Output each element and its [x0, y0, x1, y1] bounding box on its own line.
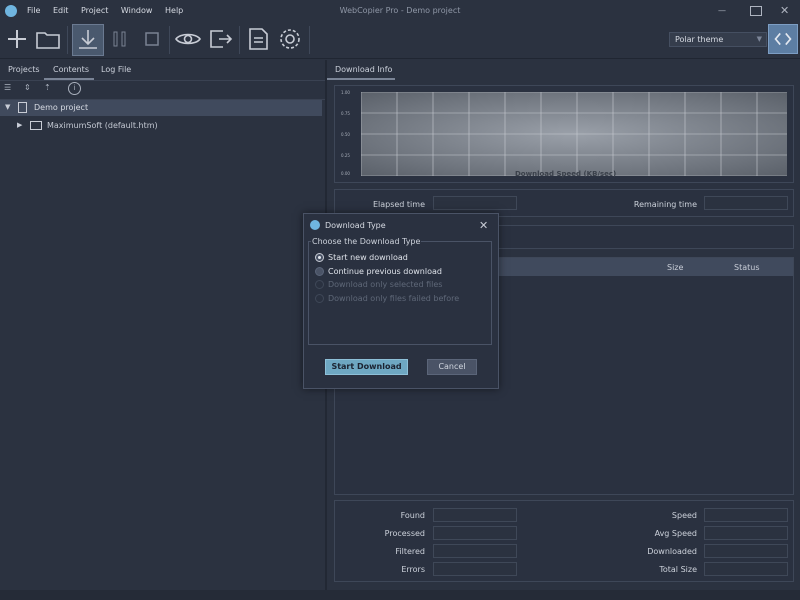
column-size[interactable]: Size	[667, 263, 683, 272]
errors-field	[433, 562, 517, 576]
minimize-button[interactable]: —	[718, 6, 728, 15]
code-view-button[interactable]	[768, 24, 798, 54]
speed-field	[704, 508, 788, 522]
collapsed-arrow-icon: ▶	[17, 121, 23, 129]
y-tick-label: 0.00	[341, 171, 350, 176]
elapsed-time-field	[433, 196, 517, 210]
open-folder-button[interactable]	[33, 24, 63, 54]
collapse-icon[interactable]: ⇕	[24, 83, 31, 92]
report-button[interactable]	[243, 24, 273, 54]
menu-window[interactable]: Window	[121, 6, 153, 15]
remaining-time-label: Remaining time	[633, 200, 697, 209]
pause-button[interactable]	[105, 24, 135, 54]
download-info-tab-indicator	[327, 78, 395, 80]
column-status[interactable]: Status	[734, 263, 760, 272]
radio-dot	[318, 256, 321, 259]
menu-project[interactable]: Project	[81, 6, 108, 15]
radio-start-new[interactable]	[315, 253, 324, 262]
tree-row-root[interactable]: ▼ Demo project	[0, 100, 322, 116]
cancel-button[interactable]: Cancel	[427, 359, 477, 375]
found-label: Found	[400, 511, 425, 520]
toolbar: Polar theme ▼	[0, 22, 800, 59]
avg-speed-label: Avg Speed	[654, 529, 697, 538]
chevron-down-icon: ▼	[756, 35, 762, 43]
status-bar	[0, 590, 800, 600]
close-icon[interactable]: ✕	[479, 219, 488, 232]
expand-arrow-icon: ▼	[5, 103, 11, 111]
tree-root-label: Demo project	[34, 103, 89, 112]
chart-grid	[361, 92, 787, 176]
found-field	[433, 508, 517, 522]
radio-selected-files	[315, 280, 324, 289]
option-failed-files-label: Download only files failed before	[328, 294, 460, 303]
theme-select-value: Polar theme	[675, 35, 724, 44]
tab-projects[interactable]: Projects	[8, 65, 40, 74]
tab-log-file[interactable]: Log File	[101, 65, 131, 74]
maximize-button[interactable]	[750, 6, 762, 16]
window-title: WebCopier Pro - Demo project	[339, 6, 461, 15]
radio-continue[interactable]	[315, 267, 324, 276]
tree-child-label: MaximumSoft (default.htm)	[47, 121, 158, 130]
left-pane: Projects Contents Log File ☰ ⇕ ⇡ i ▼ Dem…	[0, 60, 326, 590]
title-bar: File Edit Project Window Help WebCopier …	[0, 0, 800, 22]
document-icon	[18, 102, 27, 113]
chart-plot-area	[361, 92, 787, 176]
info-icon[interactable]: i	[68, 82, 81, 95]
menu-help[interactable]: Help	[165, 6, 183, 15]
theme-select[interactable]: Polar theme ▼	[669, 32, 767, 47]
downloaded-label: Downloaded	[647, 547, 697, 556]
download-speed-chart: 1.00 0.75 0.50 0.25 0.00 Download Speed …	[334, 85, 794, 183]
avg-speed-field	[704, 526, 788, 540]
tab-download-info[interactable]: Download Info	[335, 65, 392, 74]
elapsed-time-label: Elapsed time	[372, 200, 425, 209]
download-button[interactable]	[72, 24, 104, 56]
stop-button[interactable]	[137, 24, 167, 54]
filtered-label: Filtered	[395, 547, 425, 556]
option-selected-files-label: Download only selected files	[328, 280, 443, 289]
dialog-title: Download Type	[325, 221, 386, 230]
menu-file[interactable]: File	[27, 6, 40, 15]
downloaded-field	[704, 544, 788, 558]
stats-panel: Found Processed Filtered Errors Speed Av…	[334, 500, 794, 582]
tree-row-child[interactable]: ▶ MaximumSoft (default.htm)	[0, 118, 322, 134]
option-continue-label[interactable]: Continue previous download	[328, 267, 442, 276]
close-window-button[interactable]: ✕	[780, 4, 792, 17]
y-tick-label: 0.25	[341, 153, 350, 158]
errors-label: Errors	[401, 565, 425, 574]
new-project-button[interactable]	[2, 24, 32, 54]
total-size-label: Total Size	[659, 565, 697, 574]
export-button[interactable]	[205, 24, 235, 54]
expand-all-icon[interactable]: ☰	[4, 83, 11, 92]
tree-toolbar: ☰ ⇕ ⇡ i	[0, 80, 326, 100]
tab-contents[interactable]: Contents	[53, 65, 89, 74]
speed-label: Speed	[671, 511, 697, 520]
start-download-button[interactable]: Start Download	[325, 359, 408, 375]
processed-label: Processed	[384, 529, 425, 538]
filtered-field	[433, 544, 517, 558]
processed-field	[433, 526, 517, 540]
app-logo-icon	[5, 5, 17, 17]
radio-failed-files	[315, 294, 324, 303]
folder-icon	[30, 121, 42, 130]
option-start-new-label[interactable]: Start new download	[328, 253, 408, 262]
y-tick-label: 0.50	[341, 132, 350, 137]
group-label: Choose the Download Type	[311, 237, 422, 246]
remaining-time-field	[704, 196, 788, 210]
menu-edit[interactable]: Edit	[53, 6, 69, 15]
move-top-icon[interactable]: ⇡	[44, 83, 51, 92]
chart-title: Download Speed (KB/sec)	[515, 170, 617, 178]
menu-bar: File Edit Project Window Help	[27, 6, 193, 15]
download-type-dialog: Download Type ✕ Choose the Download Type…	[303, 213, 499, 389]
y-tick-label: 0.75	[341, 111, 350, 116]
preview-eye-button[interactable]	[173, 24, 203, 54]
total-size-field	[704, 562, 788, 576]
settings-gear-button[interactable]	[275, 24, 305, 54]
app-logo-icon	[310, 220, 320, 230]
y-tick-label: 1.00	[341, 90, 350, 95]
